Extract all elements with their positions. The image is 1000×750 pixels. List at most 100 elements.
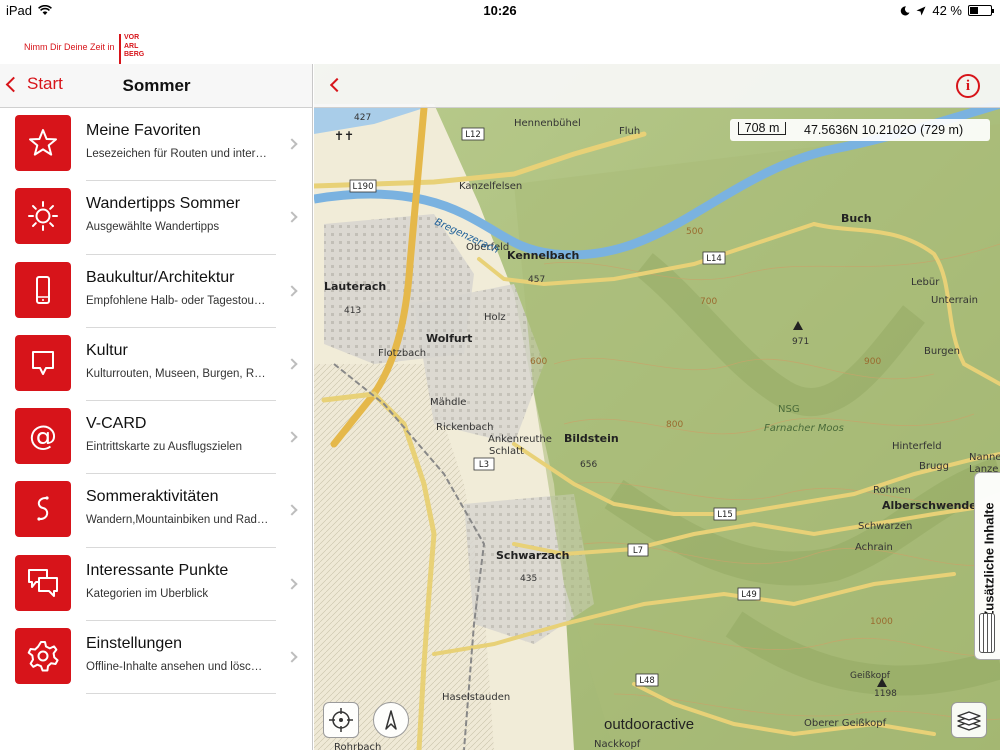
menu-item-title: V-CARD [86,415,147,433]
brand-tagline: Nimm Dir Deine Zeit in [24,42,115,52]
chevron-right-icon [286,284,298,297]
map-header: i [314,64,1000,108]
road-badge: L7 [627,543,649,557]
elevation-label: 1198 [874,689,897,699]
menu-item-wandertipps[interactable]: Wandertipps Sommer Ausgewählte Wandertip… [0,181,312,255]
clock: 10:26 [483,3,517,18]
menu-item-title: Baukultur/Architektur [86,268,235,286]
chevron-right-icon [286,504,298,517]
menu-item-subtitle: Ausgewählte Wandertipps [86,221,220,234]
elevation-label: 656 [580,460,597,470]
compass-button[interactable] [373,702,409,738]
place-label: Burgen [924,346,960,357]
menu-item-subtitle: Offline-Inhalte ansehen und lösc… [86,661,263,674]
place-label: Hinterfeld [892,441,942,452]
menu-item-interessante-punkte[interactable]: Interessante Punkte Kategorien im Überbl… [0,548,312,622]
battery-icon [968,5,994,16]
at-icon: @ [15,408,71,465]
menu-text: Sommeraktivitäten Wandern,Mountainbiken … [86,474,276,548]
menu-text: Einstellungen Offline-Inhalte ansehen un… [86,621,276,695]
left-panel-header: Start Sommer [0,64,312,108]
chevron-right-icon [286,358,298,370]
menu-text: Wandertipps Sommer Ausgewählte Wandertip… [86,181,276,255]
menu-item-subtitle: Eintrittskarte zu Ausflugszielen [86,441,242,454]
coordinate-readout: 47.5636N 10.2102O (729 m) [804,123,964,137]
topographic-map[interactable]: Kennelbach Lauterach Wolfurt Bildstein S… [314,64,1000,750]
scale-bar: 708 m [738,122,786,135]
place-label: Rohrbach [334,742,381,750]
battery-percent: 42 % [932,3,962,18]
place-label: Oberer Geißkopf [804,718,887,729]
road-badge: L49 [737,587,761,601]
menu-text: Baukultur/Architektur Empfohlene Halb- o… [86,255,276,328]
menu-item-title: Kultur [86,341,128,359]
menu-item-subtitle: Empfohlene Halb- oder Tagestou… [86,294,266,307]
elevation-label: 900 [864,357,881,367]
place-label: Schwarzen [858,521,912,532]
scale-coordinates-box: 708 m 47.5636N 10.2102O (729 m) [730,119,990,141]
brand-bar: Nimm Dir Deine Zeit in VOR ARL BERG [0,20,1000,70]
place-label: Kanzelfelsen [459,181,522,192]
left-panel: Start Sommer Meine Favoriten Lesezeichen… [0,64,313,750]
menu-text: Kultur Kulturrouten, Museen, Burgen, R… [86,328,276,402]
place-label: NSG [778,404,800,415]
chat-bubbles-icon [15,554,71,611]
elevation-label: 971 [792,337,809,347]
place-label: Bildstein [564,432,619,445]
chevron-right-icon [286,651,298,663]
menu-item-kultur[interactable]: Kultur Kulturrouten, Museen, Burgen, R… [0,328,312,402]
locate-button[interactable] [323,702,359,738]
svg-text:L15: L15 [717,510,733,520]
place-label: Lebür [911,277,940,288]
phone-icon [15,261,71,318]
road-badge: L3 [473,457,495,471]
additional-content-tab[interactable]: Zusätzliche Inhalte [974,472,1000,660]
place-label: Geißkopf [850,671,891,681]
speech-bubble-icon [15,334,71,391]
logo-line: VOR [124,34,140,41]
menu-item-favoriten[interactable]: Meine Favoriten Lesezeichen für Routen u… [0,108,312,182]
moon-icon [901,5,910,15]
attribution-logo: outdooractive [604,716,695,733]
church-icon: ✝✝ [334,129,354,143]
place-label: Haselstauden [442,692,510,703]
place-label: Buch [841,212,872,225]
status-right: 42 % [900,3,994,18]
elevation-label: 413 [344,306,361,316]
place-label: Unterrain [931,295,978,306]
panel-title: Sommer [122,76,191,95]
place-label: Lauterach [324,280,386,293]
menu-item-title: Interessante Punkte [86,561,229,579]
layers-icon [957,711,981,731]
info-button[interactable]: i [956,74,980,98]
road-badge: L48 [635,673,659,687]
layers-button[interactable] [951,702,987,738]
place-label: Achrain [855,542,893,553]
menu-item-sommeraktivitaeten[interactable]: Sommeraktivitäten Wandern,Mountainbiken … [0,474,312,548]
logo-line: ARL [124,42,139,50]
drag-handle-icon[interactable] [979,613,995,653]
place-label: Nanne [969,452,1000,463]
gear-icon [15,628,71,685]
elevation-label: 800 [666,420,683,430]
menu-item-vcard[interactable]: @ V-CARD Eintrittskarte zu Ausflugsziele… [0,401,312,475]
logo-line: BERG [124,51,145,58]
menu-item-subtitle: Lesezeichen für Routen und inter… [86,148,267,160]
compass-icon [385,710,397,730]
place-label: Flotzbach [378,348,426,359]
place-label: Kennelbach [507,249,579,262]
star-icon [15,115,71,171]
menu-text: Meine Favoriten Lesezeichen für Routen u… [86,108,276,182]
road-badge: L12 [461,127,485,141]
menu-item-einstellungen[interactable]: Einstellungen Offline-Inhalte ansehen un… [0,621,312,695]
map-panel: i Kennelbach Lauterach Wolfurt Bildstein… [314,64,1000,750]
place-label: Mähdle [430,397,466,408]
menu-item-subtitle: Kulturrouten, Museen, Burgen, R… [86,367,266,380]
svg-text:L14: L14 [706,254,722,264]
map-back-button[interactable] [329,77,345,93]
menu-item-baukultur[interactable]: Baukultur/Architektur Empfohlene Halb- o… [0,255,312,328]
chevron-right-icon [286,138,298,150]
menu-item-title: Wandertipps Sommer [86,195,241,213]
elevation-label: 700 [700,297,717,307]
svg-text:L48: L48 [639,676,655,686]
